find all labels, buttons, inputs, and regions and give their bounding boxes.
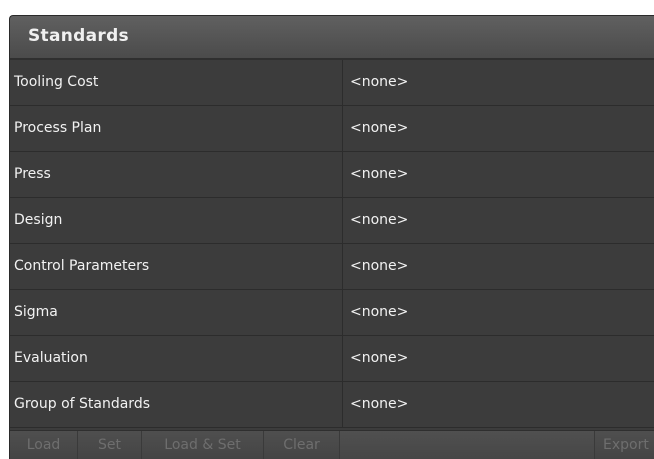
row-label: Evaluation <box>10 336 343 381</box>
table-row-group-of-standards[interactable]: Group of Standards <none> <box>10 382 654 428</box>
row-value[interactable]: <none> <box>343 336 654 381</box>
row-label: Design <box>10 198 343 243</box>
row-label: Press <box>10 152 343 197</box>
row-value[interactable]: <none> <box>343 244 654 289</box>
table-row-tooling-cost[interactable]: Tooling Cost <none> <box>10 60 654 106</box>
row-label: Sigma <box>10 290 343 335</box>
table-row-press[interactable]: Press <none> <box>10 152 654 198</box>
table-row-process-plan[interactable]: Process Plan <none> <box>10 106 654 152</box>
load-button[interactable]: Load <box>10 431 78 459</box>
row-value[interactable]: <none> <box>343 382 654 427</box>
row-label: Control Parameters <box>10 244 343 289</box>
panel-header: Standards <box>10 16 654 60</box>
row-label: Process Plan <box>10 106 343 151</box>
footer-spacer <box>340 431 595 459</box>
table-row-design[interactable]: Design <none> <box>10 198 654 244</box>
row-label: Group of Standards <box>10 382 343 427</box>
set-button[interactable]: Set <box>78 431 142 459</box>
footer-toolbar: Load Set Load & Set Clear Export <box>10 430 654 459</box>
table-row-evaluation[interactable]: Evaluation <none> <box>10 336 654 382</box>
standards-table: Tooling Cost <none> Process Plan <none> … <box>10 60 654 428</box>
load-and-set-button[interactable]: Load & Set <box>142 431 264 459</box>
row-value[interactable]: <none> <box>343 198 654 243</box>
clear-button[interactable]: Clear <box>264 431 340 459</box>
table-row-control-parameters[interactable]: Control Parameters <none> <box>10 244 654 290</box>
standards-panel: Standards Tooling Cost <none> Process Pl… <box>9 15 654 459</box>
row-label: Tooling Cost <box>10 60 343 105</box>
row-value[interactable]: <none> <box>343 290 654 335</box>
row-value[interactable]: <none> <box>343 106 654 151</box>
row-value[interactable]: <none> <box>343 152 654 197</box>
panel-title: Standards <box>28 26 129 46</box>
export-button[interactable]: Export <box>595 431 654 459</box>
table-row-sigma[interactable]: Sigma <none> <box>10 290 654 336</box>
row-value[interactable]: <none> <box>343 60 654 105</box>
